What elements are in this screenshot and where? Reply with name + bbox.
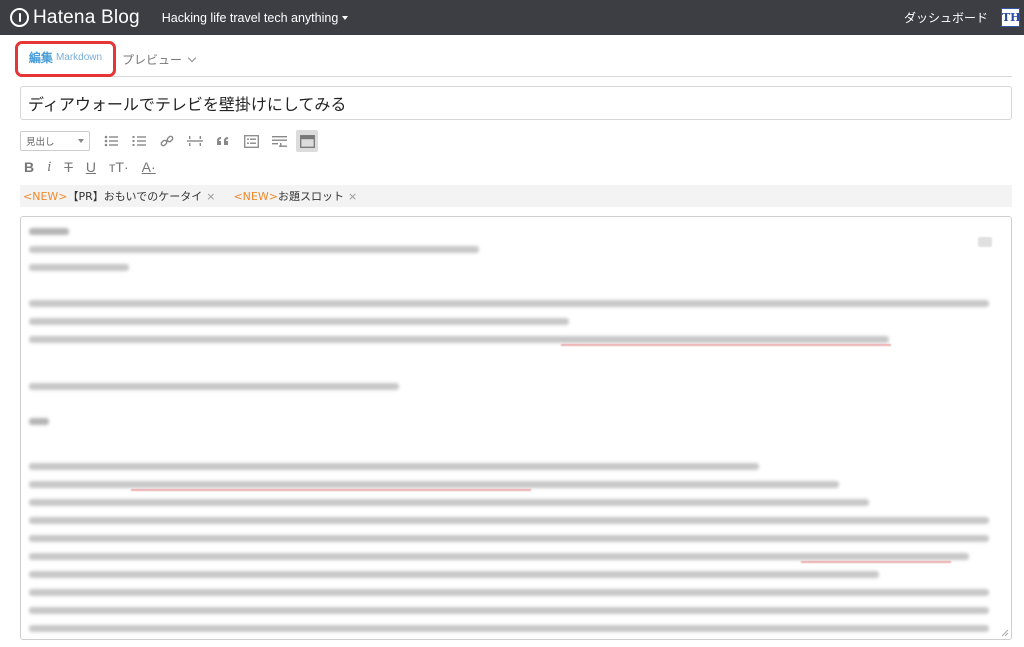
ordered-list-icon (132, 136, 146, 146)
unordered-list-icon (104, 135, 118, 147)
horizontal-rule-icon (187, 136, 203, 146)
tag-new-badge: <NEW> (23, 189, 68, 203)
spellcheck-underline (131, 489, 531, 491)
tab-preview[interactable]: プレビュー (122, 51, 197, 68)
chevron-down-icon (187, 53, 197, 62)
blurred-text-line (29, 228, 69, 235)
dashboard-link[interactable]: ダッシュボード (904, 9, 988, 26)
copy-icon[interactable] (978, 237, 992, 247)
resize-handle-icon[interactable] (1001, 629, 1009, 637)
tag-label: お題スロット (277, 190, 344, 203)
tag-item[interactable]: <NEW> 【PR】おもいでのケータイ × (23, 188, 215, 204)
logo-text: Hatena Blog (33, 6, 140, 28)
formatting-toolbar-row-2: B i T U тT· A· (20, 156, 169, 178)
table-button[interactable] (240, 130, 262, 152)
ordered-list-button[interactable] (128, 130, 150, 152)
tag-new-badge: <NEW> (233, 189, 278, 203)
tab-preview-label: プレビュー (122, 53, 183, 67)
blurred-text-line (29, 418, 49, 425)
caret-down-icon (78, 139, 84, 143)
blurred-text-line (29, 318, 569, 325)
blurred-text-line (29, 553, 969, 560)
entry-title-input[interactable]: ディアウォールでテレビを壁掛けにしてみる (20, 86, 1012, 120)
heading-select-value: 見出し (26, 137, 55, 148)
blurred-text-line (29, 589, 989, 596)
blog-title-label: Hacking life travel tech anything (161, 10, 339, 25)
link-icon (160, 135, 174, 147)
caret-down-icon (342, 15, 349, 20)
blurred-text-line (29, 300, 989, 307)
strikethrough-button[interactable]: T (64, 156, 73, 178)
blurred-text-line (29, 383, 399, 390)
annotation-highlight-box (15, 41, 116, 77)
blurred-text-line (29, 336, 889, 343)
toggle-icon (299, 134, 315, 148)
toggle-view-button[interactable] (296, 130, 318, 152)
tag-label: 【PR】おもいでのケータイ (67, 190, 203, 203)
font-color-button[interactable]: A· (142, 156, 156, 178)
editor-tabs: 編集 Markdown プレビュー (20, 40, 1012, 77)
top-navbar: Hatena Blog Hacking life travel tech any… (0, 0, 1024, 35)
formatting-toolbar-row-1: 見出し (20, 130, 318, 152)
tag-item[interactable]: <NEW> お題スロット × (233, 188, 357, 204)
heading-select[interactable]: 見出し (20, 131, 90, 151)
blurred-text-line (29, 246, 479, 253)
blurred-text-line (29, 499, 869, 506)
blurred-text-line (29, 625, 989, 632)
underline-button[interactable]: U (86, 156, 96, 178)
blurred-text-line (29, 264, 129, 271)
blurred-text-line (29, 571, 879, 578)
blurred-text-line (29, 517, 989, 524)
spellcheck-underline (801, 561, 951, 563)
italic-button[interactable]: i (47, 156, 51, 178)
entry-body-editor[interactable] (20, 216, 1012, 640)
more-button[interactable] (268, 130, 290, 152)
quote-icon (217, 137, 228, 145)
hatena-logo-icon (10, 8, 29, 27)
horizontal-rule-button[interactable] (184, 130, 206, 152)
bold-button[interactable]: B (24, 156, 34, 178)
close-icon[interactable]: × (206, 190, 215, 203)
blurred-text-line (29, 607, 989, 614)
more-icon (271, 135, 287, 147)
quote-button[interactable] (212, 130, 234, 152)
blurred-text-line (29, 463, 759, 470)
blog-title-dropdown[interactable]: Hacking life travel tech anything (161, 10, 349, 25)
unordered-list-button[interactable] (100, 130, 122, 152)
blurred-text-line (29, 481, 839, 488)
avatar[interactable]: TH (1001, 8, 1021, 27)
close-icon[interactable]: × (348, 190, 357, 203)
topic-tag-bar: <NEW> 【PR】おもいでのケータイ × <NEW> お題スロット × (20, 185, 1012, 207)
table-icon (243, 134, 259, 148)
hatena-logo[interactable]: Hatena Blog (10, 7, 140, 29)
blurred-text-line (29, 535, 989, 542)
link-button[interactable] (156, 130, 178, 152)
font-size-button[interactable]: тT· (109, 156, 129, 178)
spellcheck-underline (561, 344, 891, 346)
